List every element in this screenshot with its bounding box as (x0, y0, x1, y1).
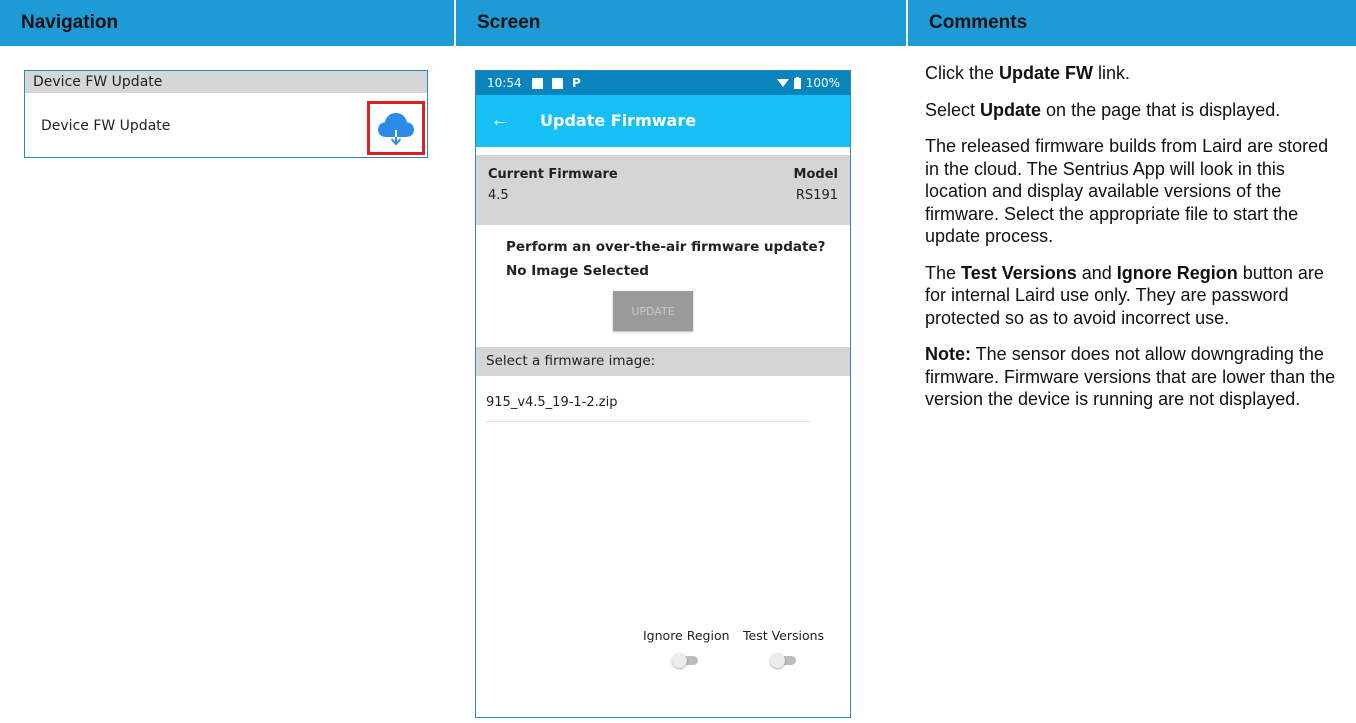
table-header: Navigation Screen Comments (0, 0, 1356, 46)
p-notification-icon: P (572, 76, 581, 90)
comments-column: Click the Update FW link. Select Update … (925, 62, 1345, 425)
firmware-file-item[interactable]: 915_v4.5_19-1-2.zip (486, 383, 811, 422)
comment-paragraph: Click the Update FW link. (925, 63, 1131, 83)
test-versions-toggle[interactable] (770, 653, 796, 668)
comment-paragraph: The Test Versions and Ignore Region butt… (925, 262, 1324, 328)
page-title: Update Firmware (540, 111, 697, 130)
status-bar: 10:54 P 100% (476, 71, 850, 95)
model-label: Model (793, 167, 838, 182)
select-image-header: Select a firmware image: (476, 347, 850, 376)
header-screen: Screen (477, 12, 541, 33)
app-bar: ← Update Firmware (476, 95, 850, 147)
comment-note: Note: The sensor does not allow downgrad… (925, 344, 1336, 409)
back-arrow-icon[interactable]: ← (490, 107, 510, 133)
selection-status: No Image Selected (506, 263, 649, 279)
wifi-icon (776, 79, 789, 87)
mail-notification-icon (552, 77, 563, 89)
nav-item-label[interactable]: Device FW Update (41, 118, 170, 134)
update-fw-link[interactable] (367, 101, 425, 155)
firmware-info-panel: Current Firmware 4.5 Model RS191 (476, 155, 850, 225)
comment-paragraph: Select Update on the page that is displa… (925, 99, 1281, 120)
header-navigation: Navigation (21, 12, 119, 33)
battery-icon (793, 77, 801, 89)
ignore-region-label: Ignore Region (643, 628, 730, 643)
test-versions-label: Test Versions (743, 628, 825, 643)
update-button[interactable]: UPDATE (613, 291, 693, 331)
current-firmware-value: 4.5 (488, 188, 509, 203)
image-notification-icon (532, 77, 543, 89)
current-firmware-label: Current Firmware (488, 167, 618, 182)
nav-section-title: Device FW Update (25, 71, 427, 93)
comment-paragraph: The released firmware builds from Laird … (925, 136, 1329, 246)
header-comments: Comments (929, 12, 1028, 33)
cloud-download-icon[interactable] (376, 109, 416, 147)
battery-percent: 100% (805, 76, 840, 90)
model-value: RS191 (795, 188, 838, 203)
status-time: 10:54 (487, 76, 522, 90)
update-question: Perform an over-the-air firmware update? (506, 239, 826, 255)
phone-screen: 10:54 P 100% ← Update Firmware Current F… (475, 70, 851, 718)
ignore-region-toggle[interactable] (672, 653, 698, 668)
